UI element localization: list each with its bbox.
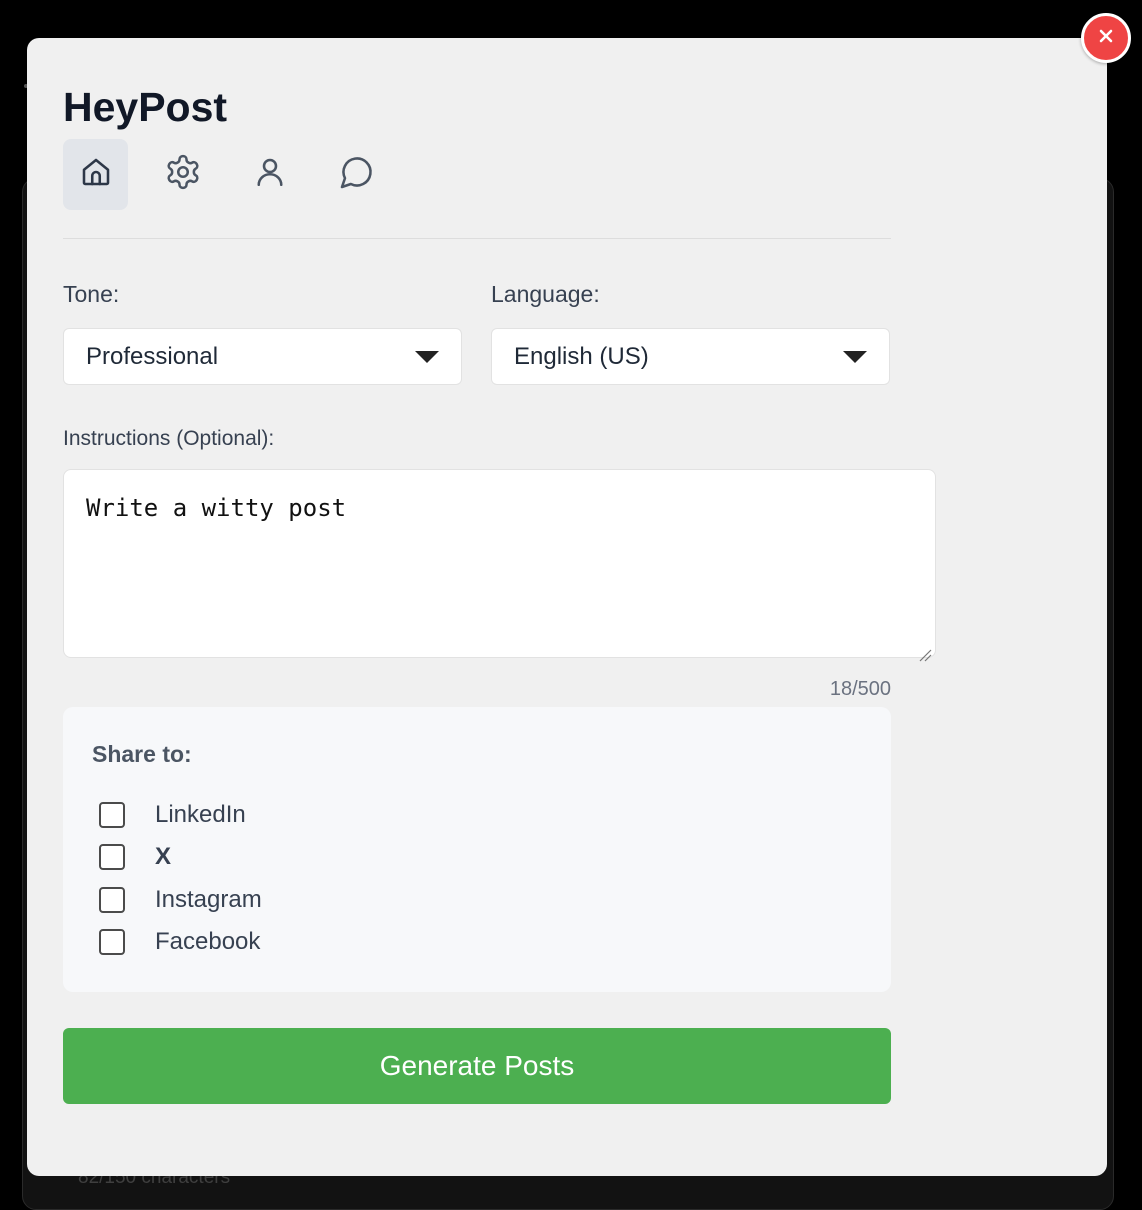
header-divider: [63, 238, 891, 239]
tone-label: Tone:: [63, 281, 120, 307]
chat-bubble-icon: [339, 154, 375, 195]
share-option-label: X: [155, 843, 172, 870]
language-select-value: English (US): [514, 343, 649, 370]
tone-select-value: Professional: [86, 343, 219, 370]
x-checkbox[interactable]: [99, 844, 125, 870]
gear-icon: [164, 153, 202, 196]
share-option-instagram[interactable]: Instagram: [99, 885, 262, 915]
instagram-checkbox[interactable]: [99, 887, 125, 913]
close-button[interactable]: [1081, 13, 1131, 63]
language-select[interactable]: English (US): [491, 328, 890, 385]
heypost-modal: HeyPost Tone: Professional Language: Eng…: [27, 38, 1107, 1176]
chevron-down-icon: [415, 351, 439, 363]
share-title: Share to:: [92, 741, 192, 767]
instructions-textarea[interactable]: Write a witty post: [63, 469, 936, 662]
instructions-label: Instructions (Optional):: [63, 427, 275, 450]
language-label: Language:: [491, 281, 600, 307]
nav-chat-button[interactable]: [324, 139, 389, 210]
linkedin-checkbox[interactable]: [99, 802, 125, 828]
tone-select[interactable]: Professional: [63, 328, 462, 385]
resize-handle-icon[interactable]: [918, 640, 932, 662]
home-icon: [78, 154, 114, 195]
chevron-down-icon: [843, 351, 867, 363]
share-option-facebook[interactable]: Facebook: [99, 927, 260, 957]
user-icon: [252, 154, 288, 195]
nav-bar: [63, 139, 389, 210]
app-title: HeyPost: [63, 84, 228, 130]
generate-posts-button[interactable]: Generate Posts: [63, 1028, 891, 1104]
instructions-text: Write a witty post: [86, 494, 347, 522]
nav-settings-button[interactable]: [150, 139, 215, 210]
share-option-linkedin[interactable]: LinkedIn: [99, 800, 246, 830]
close-icon: [1098, 28, 1114, 49]
share-panel: Share to: LinkedIn X Instagram Facebook: [63, 707, 891, 992]
share-option-label: Facebook: [155, 928, 261, 955]
char-count: 18/500: [829, 678, 891, 700]
share-option-x[interactable]: X: [99, 842, 171, 872]
share-option-label: Instagram: [155, 886, 262, 913]
share-option-label: LinkedIn: [155, 801, 246, 828]
facebook-checkbox[interactable]: [99, 929, 125, 955]
nav-home-button[interactable]: [63, 139, 128, 210]
nav-profile-button[interactable]: [237, 139, 302, 210]
